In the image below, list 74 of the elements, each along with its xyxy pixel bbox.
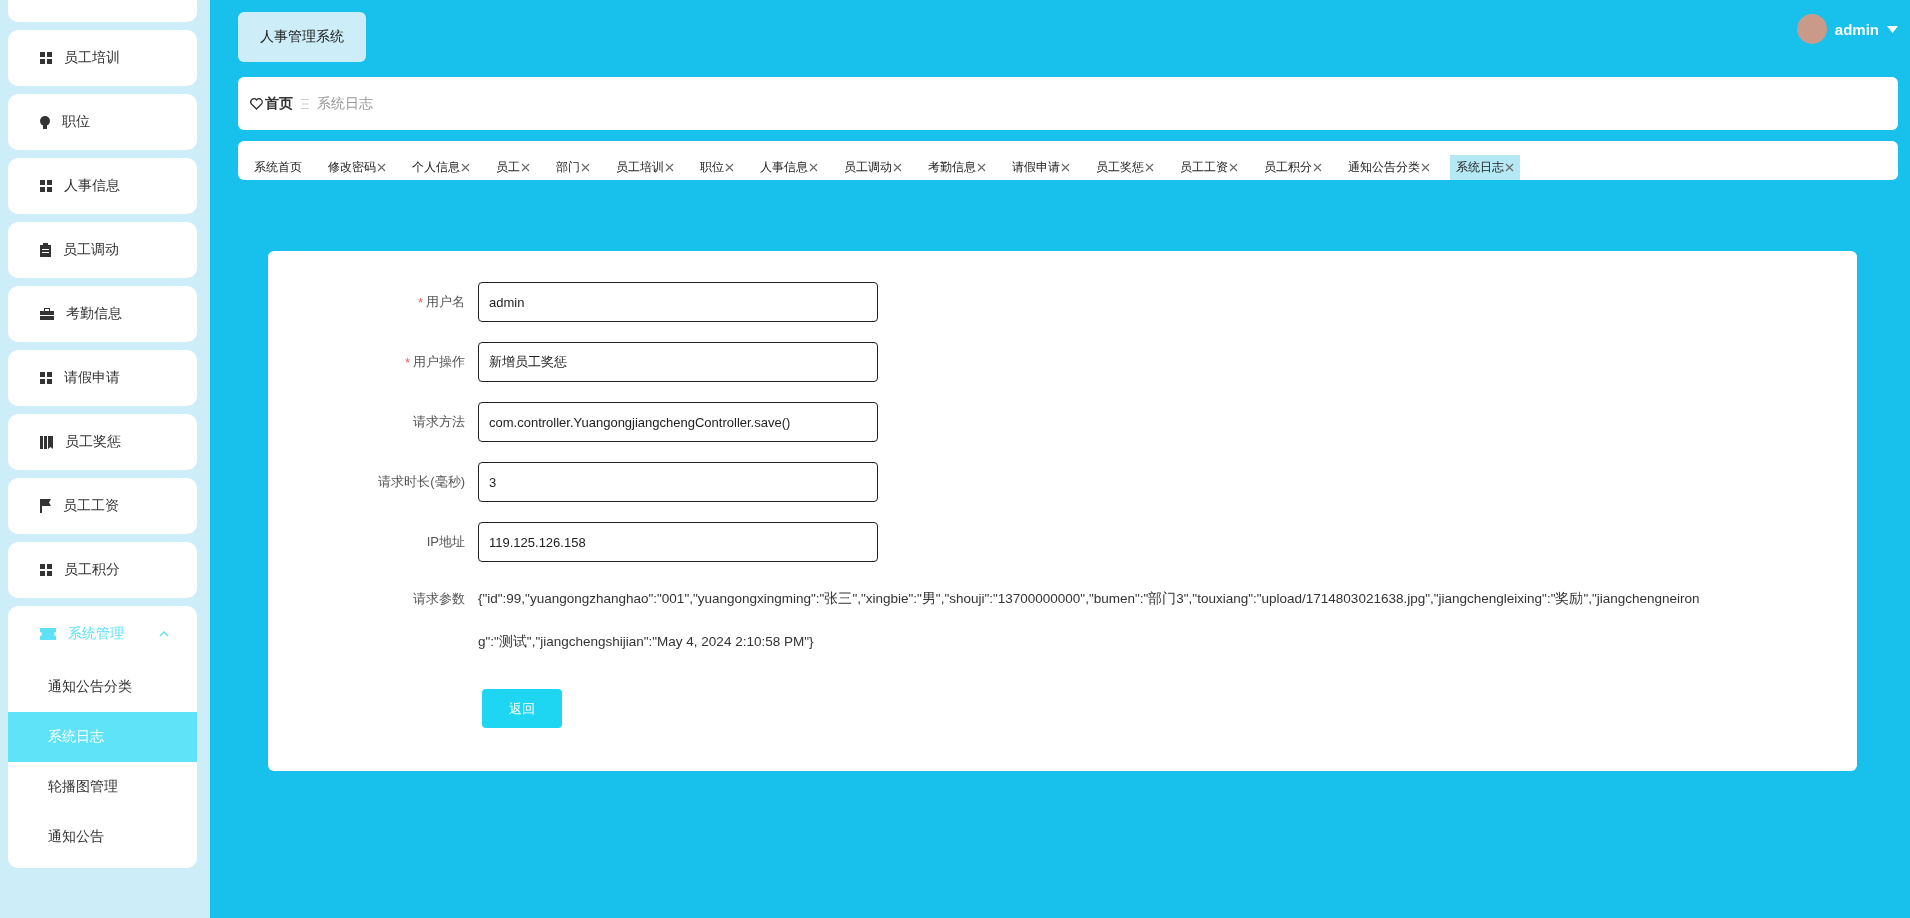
input-field[interactable]: com.controller.YuangongjiangchengController.save() — [478, 402, 878, 442]
close-icon[interactable] — [1061, 163, 1070, 172]
close-icon[interactable] — [581, 163, 590, 172]
sidebar-item[interactable]: 职位 — [8, 94, 197, 150]
input-field[interactable]: 新增员工奖惩 — [478, 342, 878, 382]
tab[interactable]: 请假申请 — [1006, 155, 1076, 180]
close-icon[interactable] — [461, 163, 470, 172]
field-label: IP地址 — [426, 533, 465, 551]
tab[interactable]: 员工 — [490, 155, 536, 180]
input-field[interactable]: 119.125.126.158 — [478, 522, 878, 562]
sidebar-item[interactable]: 员工工资 — [8, 478, 197, 534]
clipboard-icon — [40, 243, 51, 257]
tab[interactable]: 系统日志 — [1450, 155, 1520, 180]
ticket-icon — [40, 628, 56, 640]
tab[interactable]: 员工调动 — [838, 155, 908, 180]
tab[interactable]: 员工积分 — [1258, 155, 1328, 180]
field-label: 用户名 — [426, 293, 465, 311]
briefcase-icon — [40, 308, 54, 320]
grid-icon — [40, 564, 52, 576]
tab[interactable]: 员工工资 — [1174, 155, 1244, 180]
close-icon[interactable] — [665, 163, 674, 172]
params-text: {"id":99,"yuangongzhanghao":"001","yuangongxingming":"张三","xingbie":"男","shouji":"13700000000","bumen":"部门3","touxiang":"upload/1714803021638.jpg","jiangchengleixing":"奖励","jiangchengneirong":"测试","jiangchengshijian":"May 4, 2024 2:10:58 PM"} — [478, 590, 1701, 651]
sidebar-item[interactable]: 人事信息 — [8, 158, 197, 214]
separator-icon — [301, 98, 309, 109]
sidebar-item[interactable]: 员工积分 — [8, 542, 197, 598]
field-label: 用户操作 — [413, 353, 465, 371]
breadcrumb-home[interactable]: 首页 — [250, 94, 293, 113]
grid-icon — [40, 180, 52, 192]
tab[interactable]: 员工培训 — [610, 155, 680, 180]
grid-icon — [40, 52, 52, 64]
flag-icon — [40, 499, 51, 513]
submenu-item[interactable]: 轮播图管理 — [8, 762, 197, 812]
lightbulb-icon — [40, 115, 50, 129]
input-field[interactable]: 3 — [478, 462, 878, 502]
books-icon — [40, 435, 53, 449]
sidebar-item[interactable]: 考勤信息 — [8, 286, 197, 342]
heart-icon — [250, 97, 263, 110]
field-label: 请求时长(毫秒) — [378, 473, 465, 491]
close-icon[interactable] — [893, 163, 902, 172]
sidebar-item[interactable]: 员工培训 — [8, 30, 197, 86]
tab[interactable]: 通知公告分类 — [1342, 155, 1436, 180]
close-icon[interactable] — [1505, 163, 1514, 172]
close-icon[interactable] — [377, 163, 386, 172]
close-icon[interactable] — [977, 163, 986, 172]
tab[interactable]: 人事信息 — [754, 155, 824, 180]
close-icon[interactable] — [521, 163, 530, 172]
system-title: 人事管理系统 — [238, 12, 366, 62]
tab[interactable]: 个人信息 — [406, 155, 476, 180]
close-icon[interactable] — [1421, 163, 1430, 172]
sidebar-item[interactable]: 员工奖惩 — [8, 414, 197, 470]
close-icon[interactable] — [725, 163, 734, 172]
grid-icon — [40, 372, 52, 384]
close-icon[interactable] — [1229, 163, 1238, 172]
sidebar-item[interactable]: 员工调动 — [8, 222, 197, 278]
tab[interactable]: 职位 — [694, 155, 740, 180]
sidebar-item[interactable]: 请假申请 — [8, 350, 197, 406]
tab[interactable]: 修改密码 — [322, 155, 392, 180]
tab[interactable]: 员工奖惩 — [1090, 155, 1160, 180]
required-mark: * — [404, 354, 410, 370]
chevron-icon — [159, 631, 169, 637]
close-icon[interactable] — [1145, 163, 1154, 172]
tab[interactable]: 考勤信息 — [922, 155, 992, 180]
input-field[interactable]: admin — [478, 282, 878, 322]
submenu-item[interactable]: 通知公告 — [8, 812, 197, 862]
field-label: 请求方法 — [413, 413, 465, 431]
breadcrumb-current: 系统日志 — [317, 94, 373, 113]
submenu-item[interactable]: 通知公告分类 — [8, 662, 197, 712]
close-icon[interactable] — [809, 163, 818, 172]
avatar — [1796, 14, 1827, 44]
close-icon[interactable] — [1313, 163, 1322, 172]
tab[interactable]: 部门 — [550, 155, 596, 180]
field-label: 请求参数 — [412, 590, 465, 607]
required-mark: * — [417, 294, 423, 310]
tab[interactable]: 系统首页 — [248, 155, 308, 180]
